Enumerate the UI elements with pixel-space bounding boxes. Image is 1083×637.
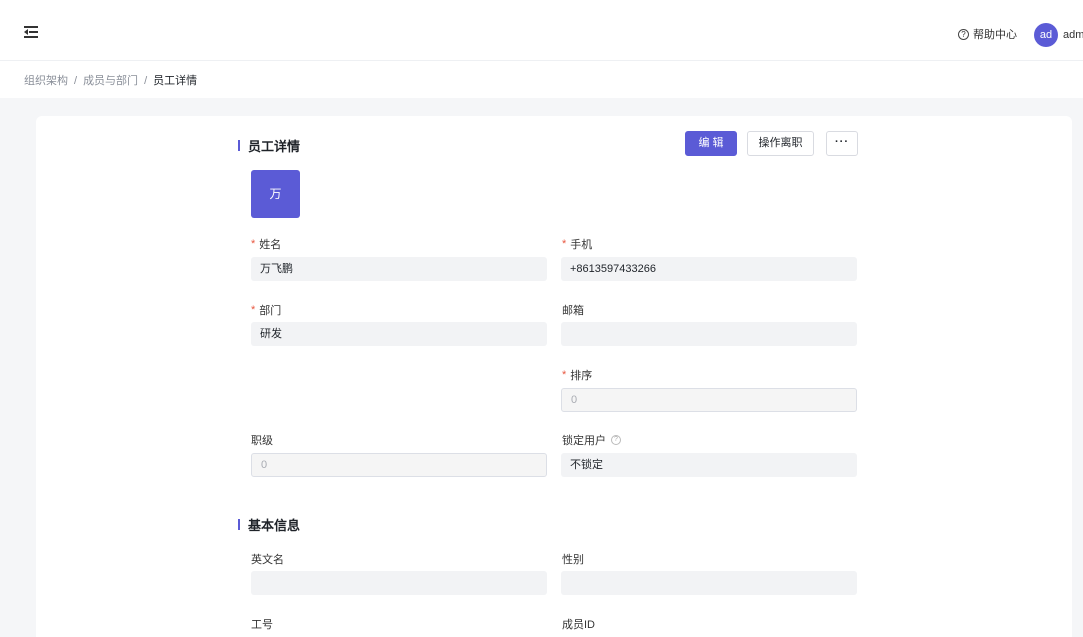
breadcrumb-org-structure[interactable]: 组织架构 — [24, 75, 68, 87]
lock-user-field[interactable]: 不锁定 — [561, 453, 857, 477]
phone-label-text: 手机 — [570, 239, 593, 251]
phone-field[interactable]: +8613597433266 — [561, 257, 857, 281]
sort-input[interactable]: 0 — [561, 388, 857, 412]
name-label: * 姓名 — [251, 236, 281, 252]
sort-label: * 排序 — [562, 367, 592, 383]
email-label-text: 邮箱 — [562, 305, 584, 317]
detail-card — [36, 116, 1072, 637]
lock-user-label: 锁定用户? — [562, 432, 621, 448]
rank-input[interactable]: 0 — [251, 453, 547, 477]
member-id-label: 成员ID — [562, 616, 595, 632]
english-name-label: 英文名 — [251, 551, 284, 567]
breadcrumb-separator: / — [74, 75, 78, 87]
section-accent-bar — [238, 519, 240, 530]
lock-user-label-text: 锁定用户 — [562, 435, 606, 447]
rank-label-text: 职级 — [251, 435, 273, 447]
section-title-text: 基本信息 — [248, 518, 301, 533]
breadcrumb-current: 员工详情 — [153, 75, 198, 87]
employee-no-label-text: 工号 — [251, 619, 273, 631]
required-mark: * — [251, 304, 256, 316]
info-icon[interactable]: ? — [611, 435, 621, 445]
more-actions-button[interactable]: ··· — [826, 131, 858, 156]
menu-fold-icon[interactable] — [24, 26, 38, 38]
phone-label: * 手机 — [562, 236, 592, 252]
section-title-employee-detail: 员工详情 — [238, 136, 300, 155]
department-label: * 部门 — [251, 302, 281, 318]
name-field[interactable]: 万飞鹏 — [251, 257, 547, 281]
english-name-field[interactable] — [251, 571, 547, 595]
rank-label: 职级 — [251, 432, 273, 448]
sort-label-text: 排序 — [570, 370, 593, 382]
required-mark: * — [562, 369, 567, 381]
edit-button[interactable]: 编 辑 — [685, 131, 737, 156]
breadcrumb-members-departments[interactable]: 成员与部门 — [83, 75, 138, 87]
help-center-label: 帮助中心 — [973, 29, 1017, 41]
question-circle-icon: ? — [958, 28, 969, 40]
help-center-link[interactable]: ? 帮助中心 — [958, 26, 1017, 42]
english-name-label-text: 英文名 — [251, 554, 284, 566]
department-label-text: 部门 — [259, 305, 282, 317]
section-title-text: 员工详情 — [248, 139, 301, 154]
department-field[interactable]: 研发 — [251, 322, 547, 346]
required-mark: * — [251, 238, 256, 250]
name-label-text: 姓名 — [259, 239, 282, 251]
username[interactable]: adm — [1063, 29, 1083, 41]
gender-field[interactable] — [561, 571, 857, 595]
resign-button[interactable]: 操作离职 — [747, 131, 814, 156]
email-field[interactable] — [561, 322, 857, 346]
employee-no-label: 工号 — [251, 616, 273, 632]
section-accent-bar — [238, 140, 240, 151]
member-id-label-text: 成员ID — [562, 619, 595, 631]
required-mark: * — [562, 238, 567, 250]
breadcrumb-separator: / — [144, 75, 148, 87]
breadcrumb: 组织架构 / 成员与部门 / 员工详情 — [24, 72, 197, 88]
email-label: 邮箱 — [562, 302, 584, 318]
gender-label-text: 性别 — [562, 554, 584, 566]
gender-label: 性别 — [562, 551, 584, 567]
section-title-basic-info: 基本信息 — [238, 515, 300, 534]
employee-avatar: 万 — [251, 170, 300, 218]
user-avatar[interactable]: ad — [1034, 23, 1058, 47]
top-bar — [0, 0, 1083, 61]
